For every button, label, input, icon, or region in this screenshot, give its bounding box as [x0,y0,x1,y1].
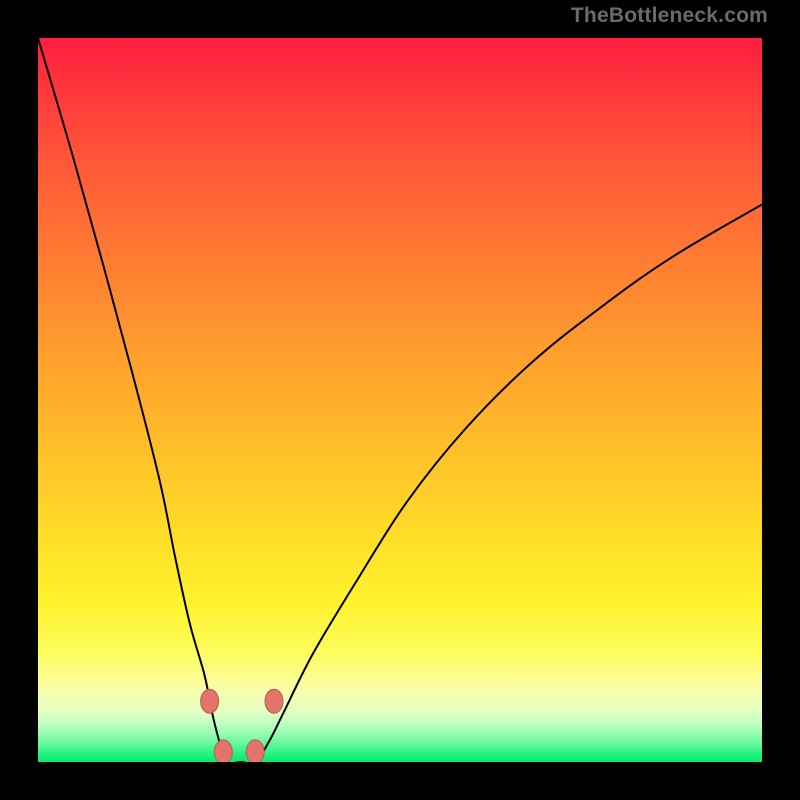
curve-markers [201,689,283,762]
chart-plot-area [38,38,762,762]
bottleneck-curve [38,38,762,762]
curve-marker [265,689,283,713]
curve-marker [246,740,264,762]
chart-frame: TheBottleneck.com [0,0,800,800]
curve-marker [201,689,219,713]
attribution-text: TheBottleneck.com [571,4,768,28]
curve-marker [214,740,232,762]
curve-path [38,38,762,762]
chart-svg [38,38,762,762]
